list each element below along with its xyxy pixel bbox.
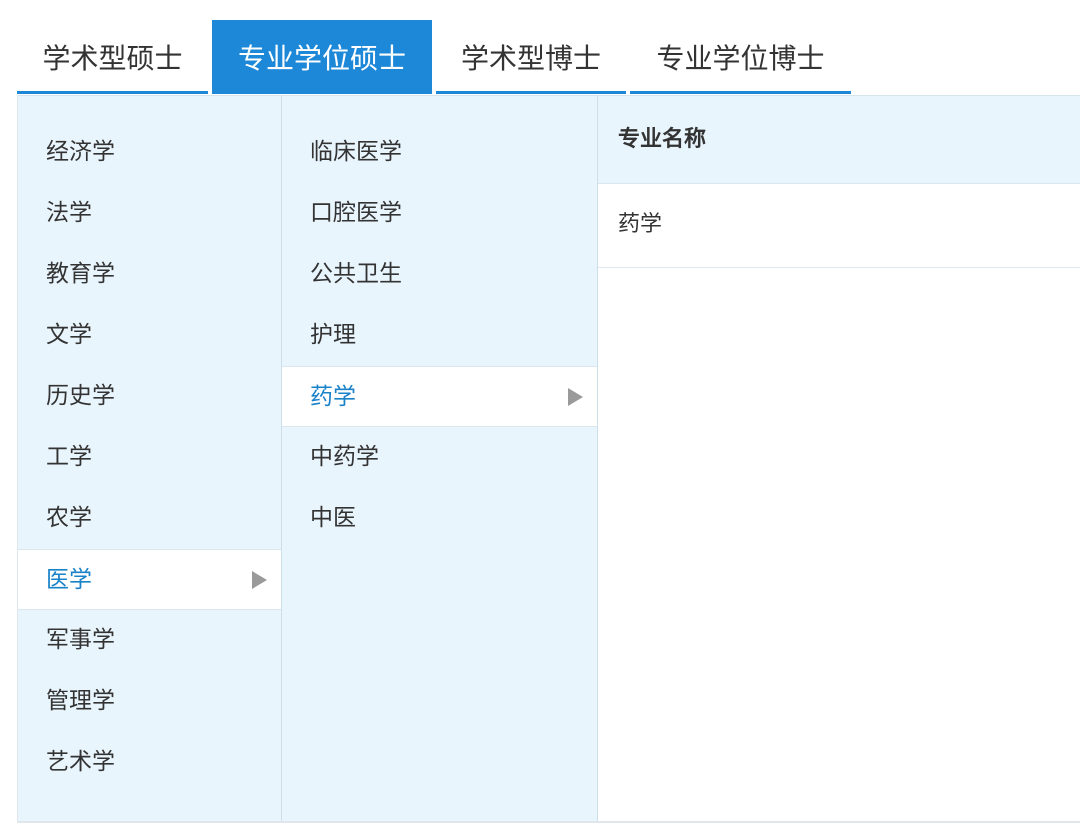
discipline-item-history[interactable]: 历史学 xyxy=(18,366,281,427)
category-item-pharmacy[interactable]: 药学 xyxy=(282,366,597,427)
tab-academic-doctor[interactable]: 学术型博士 xyxy=(436,20,626,94)
discipline-item-label: 医学 xyxy=(46,567,92,593)
major-table: 专业名称 药学 xyxy=(598,96,1080,821)
discipline-item-education[interactable]: 教育学 xyxy=(18,244,281,305)
category-item-public-health[interactable]: 公共卫生 xyxy=(282,244,597,305)
discipline-item-agriculture[interactable]: 农学 xyxy=(18,488,281,549)
discipline-item-law[interactable]: 法学 xyxy=(18,183,281,244)
discipline-item-literature[interactable]: 文学 xyxy=(18,305,281,366)
tab-professional-master[interactable]: 专业学位硕士 xyxy=(212,20,432,94)
major-browser-panel: 经济学 法学 教育学 文学 历史学 工学 农学 医学 军事学 管理学 艺术学 临… xyxy=(17,95,1080,823)
table-header-major-name: 专业名称 xyxy=(598,96,1080,184)
discipline-item-military[interactable]: 军事学 xyxy=(18,610,281,671)
category-item-chinese-medicine[interactable]: 中医 xyxy=(282,488,597,549)
discipline-item-engineering[interactable]: 工学 xyxy=(18,427,281,488)
degree-type-tabs: 学术型硕士 专业学位硕士 学术型博士 专业学位博士 xyxy=(0,0,1080,96)
discipline-item-management[interactable]: 管理学 xyxy=(18,671,281,732)
category-item-nursing[interactable]: 护理 xyxy=(282,305,597,366)
tab-academic-master[interactable]: 学术型硕士 xyxy=(17,20,208,94)
category-item-stomatology[interactable]: 口腔医学 xyxy=(282,183,597,244)
discipline-item-arts[interactable]: 艺术学 xyxy=(18,732,281,793)
discipline-item-economics[interactable]: 经济学 xyxy=(18,122,281,183)
category-item-chinese-pharmacy[interactable]: 中药学 xyxy=(282,427,597,488)
tab-professional-doctor[interactable]: 专业学位博士 xyxy=(630,20,851,94)
triangle-right-icon xyxy=(252,570,267,589)
category-item-label: 药学 xyxy=(310,384,356,410)
discipline-item-medicine[interactable]: 医学 xyxy=(18,549,281,610)
category-item-clinical-medicine[interactable]: 临床医学 xyxy=(282,122,597,183)
triangle-right-icon xyxy=(568,387,583,406)
category-list: 临床医学 口腔医学 公共卫生 护理 药学 中药学 中医 xyxy=(282,96,598,821)
table-row[interactable]: 药学 xyxy=(598,184,1080,268)
discipline-list: 经济学 法学 教育学 文学 历史学 工学 农学 医学 军事学 管理学 艺术学 xyxy=(18,96,282,821)
